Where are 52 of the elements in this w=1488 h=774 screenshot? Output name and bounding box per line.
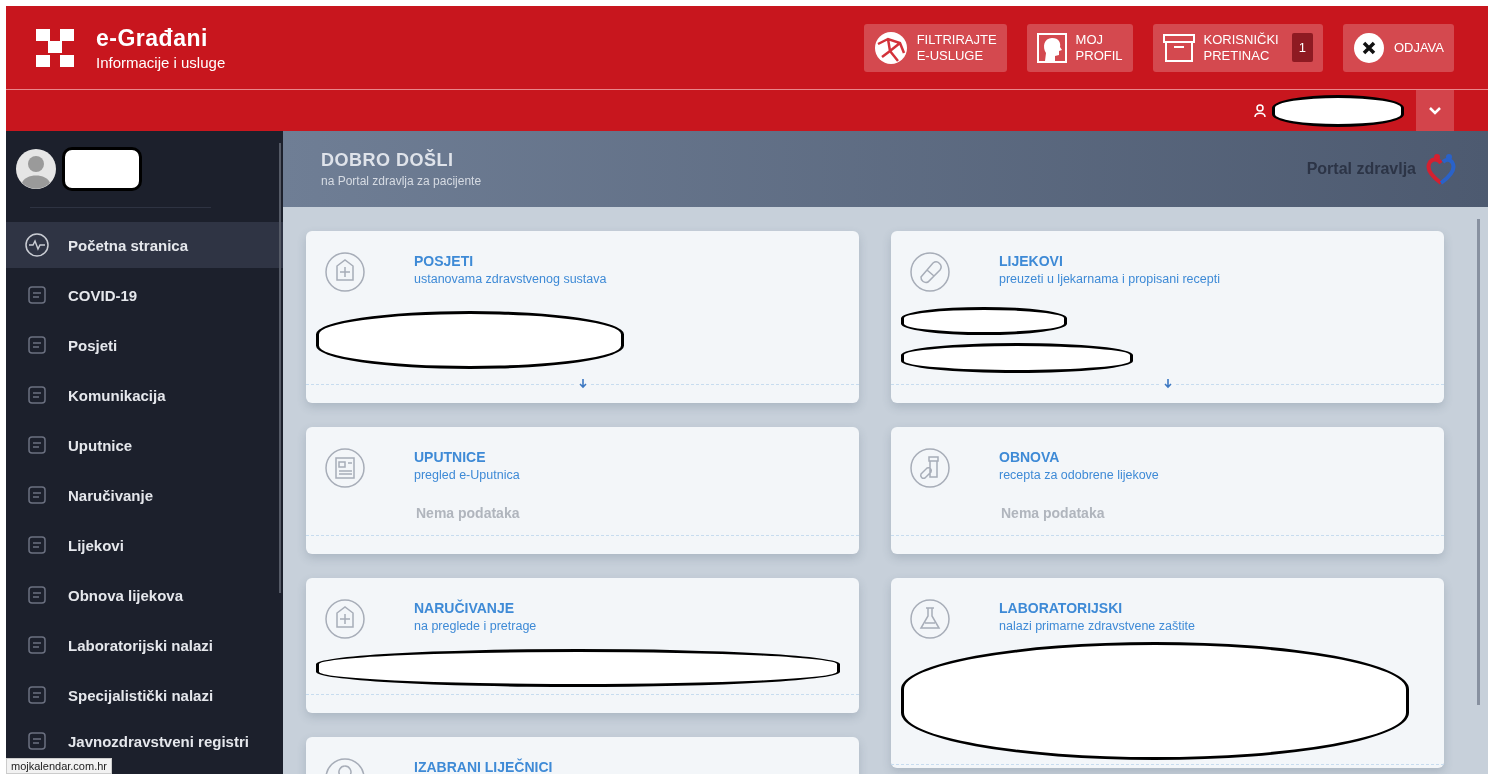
card-subtitle: preuzeti u ljekarnama i propisani recepti (999, 272, 1220, 286)
sidebar-item[interactable]: Komunikacija (6, 372, 283, 418)
card-subtitle: nalazi primarne zdravstvene zaštite (999, 619, 1195, 633)
no-data-text: Nema podataka (416, 505, 521, 521)
card-title: UPUTNICE (414, 449, 487, 465)
sidebar-item[interactable]: Specijalistički nalazi (6, 672, 283, 718)
sidebar-item[interactable]: Lijekovi (6, 522, 283, 568)
sidebar-item[interactable]: Uputnice (6, 422, 283, 468)
card-icon (324, 251, 366, 293)
sidebar-item[interactable]: Početna stranica (6, 222, 283, 268)
card-title: LABORATORIJSKI (999, 600, 1124, 616)
sidebar-item[interactable]: Posjeti (6, 322, 283, 368)
welcome-title: DOBRO DOŠLI (321, 150, 455, 171)
card-title: OBNOVA (999, 449, 1061, 465)
card-subtitle: pregled e-Uputnica (414, 468, 520, 482)
card-subtitle: recepta za odobrene lijekove (999, 468, 1159, 482)
site-title[interactable]: e-Građani (96, 24, 226, 52)
sidebar-item[interactable]: Javnozdravstveni registri (6, 730, 283, 752)
no-data-text: Nema podataka (1001, 505, 1106, 521)
globe-icon (873, 30, 908, 65)
card-title: LIJEKOVI (999, 253, 1064, 269)
card-icon (909, 251, 951, 293)
avatar-icon (16, 149, 56, 189)
heart-logo-icon (1426, 153, 1456, 185)
sidebar-item[interactable]: Laboratorijski nalazi (6, 622, 283, 668)
count-badge: 1 (1291, 33, 1313, 62)
card-title: POSJETI (414, 253, 475, 269)
card-icon (324, 447, 366, 489)
card-title: NARUČIVANJE (414, 600, 516, 616)
inbox-button[interactable]: KORISNIČKI PRETINAC 1 (1152, 23, 1323, 72)
card-subtitle: ustanovama zdravstvenog sustava (414, 272, 607, 286)
profile-head-icon (1036, 32, 1067, 63)
profile-button[interactable]: MOJ PROFIL (1026, 23, 1133, 72)
site-subtitle: Informacije i usluge (96, 53, 226, 71)
close-icon (1352, 31, 1385, 64)
filter-button[interactable]: FILTRIRAJTE E-USLUGE (863, 23, 1007, 72)
checkered-logo-icon (36, 28, 76, 67)
sidebar-item[interactable]: Naručivanje (6, 472, 283, 518)
archive-box-icon (1162, 33, 1195, 62)
card-title: IZABRANI LIJEČNICI (414, 759, 553, 774)
sidebar-item[interactable]: Obnova lijekova (6, 572, 283, 618)
user-icon (1254, 103, 1266, 118)
sidebar-item[interactable]: COVID-19 (6, 272, 283, 318)
card-icon (324, 598, 366, 640)
chevron-down-icon (1428, 106, 1442, 115)
welcome-subtitle: na Portal zdravlja za pacijente (321, 174, 482, 188)
card-subtitle: na preglede i pretrage (414, 619, 537, 633)
card-icon (909, 598, 951, 640)
logout-button[interactable]: ODJAVA (1342, 23, 1454, 72)
card-icon (909, 447, 951, 489)
menu-item-icon (24, 232, 50, 258)
status-url: mojkalendar.com.hr (6, 758, 112, 774)
